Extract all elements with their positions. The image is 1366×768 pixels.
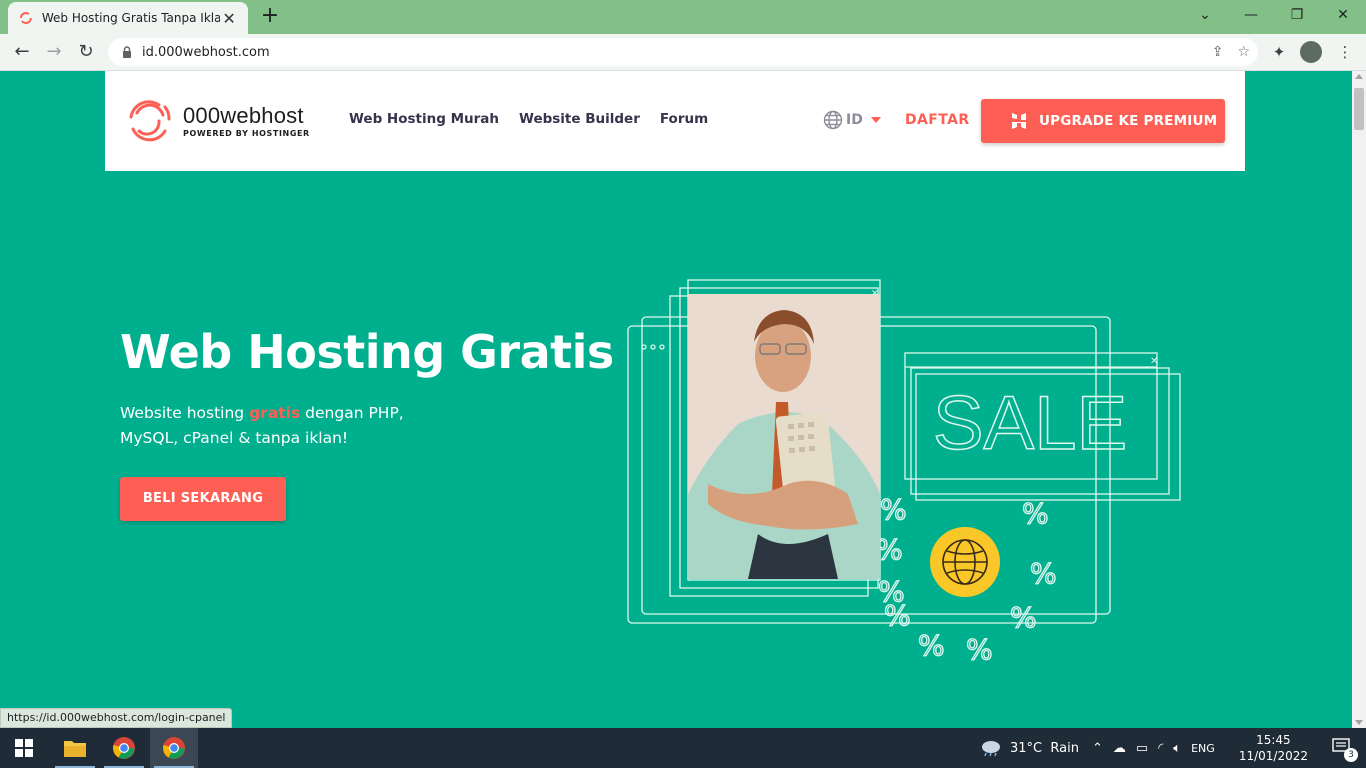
system-tray: ⌃ ☁ ▭ ◜ 🔈︎ ENG [1092,728,1215,768]
hostinger-icon [1012,113,1026,129]
close-window-button[interactable]: ✕ [1320,4,1366,26]
share-icon[interactable]: ⇪ [1212,44,1224,60]
favicon-icon [19,12,32,24]
file-explorer-button[interactable] [51,728,99,768]
scroll-thumb[interactable] [1354,88,1364,130]
rain-cloud-icon [982,741,1000,757]
url-text: id.000webhost.com [142,44,270,60]
hero-subtitle: Website hosting gratis dengan PHP, MySQL… [120,401,420,451]
minimize-button[interactable]: — [1228,4,1274,26]
caret-down-icon [870,117,881,123]
chrome-taskbar-button[interactable] [100,728,148,768]
folder-icon [64,741,86,757]
windows-logo-icon [15,739,33,757]
weather-text: 31°C Rain [1010,740,1079,756]
forward-arrow-icon[interactable]: → [42,40,66,64]
volume-icon[interactable]: 🔈︎ [1173,741,1181,756]
percent-mark: % [884,599,911,632]
language-label: ID [846,112,863,128]
battery-icon[interactable]: ▭ [1136,741,1148,756]
windows-taskbar: 31°C Rain ⌃ ☁ ▭ ◜ 🔈︎ ENG 15:45 11/01/202… [0,728,1366,768]
language-selector[interactable]: ID [823,110,881,130]
hero-subtitle-highlight: gratis [249,404,301,422]
scroll-down-arrow-icon[interactable] [1355,720,1363,725]
percent-mark: % [966,633,993,666]
main-nav: Web Hosting Murah Website Builder Forum [349,111,708,127]
browser-tab[interactable]: Web Hosting Gratis Tanpa Iklan - ✕ [8,2,248,34]
retro-photo [688,294,880,579]
tab-search-icon[interactable]: ⌄ [1182,4,1228,26]
percent-mark: % [1022,497,1049,530]
lock-icon [123,46,131,58]
notification-count-badge: 3 [1344,748,1358,762]
clock-date: 11/01/2022 [1238,749,1308,763]
tab-strip: Web Hosting Gratis Tanpa Iklan - ✕ + ⌄ —… [0,0,1366,34]
tab-title: Web Hosting Gratis Tanpa Iklan - [41,11,221,25]
upgrade-premium-label: UPGRADE KE PREMIUM [1039,113,1218,129]
input-language[interactable]: ENG [1191,742,1215,755]
percent-mark: % [880,493,907,526]
percent-mark: % [1030,557,1057,590]
nav-website-builder[interactable]: Website Builder [519,111,640,127]
address-bar[interactable]: id.000webhost.com ⇪ ☆ [108,38,1258,66]
browser-toolbar: ← → ↻ id.000webhost.com ⇪ ☆ ✦ ⋮ [0,34,1366,71]
hero-title: Web Hosting Gratis [120,325,614,379]
scroll-up-arrow-icon[interactable] [1355,74,1363,79]
hero-subtitle-start: Website hosting [120,404,250,422]
sale-text: SALE [933,381,1127,466]
bookmark-star-icon[interactable]: ☆ [1237,44,1250,60]
chrome-icon [163,737,185,759]
page-scrollbar[interactable] [1352,71,1366,728]
webhost-logo-icon [129,100,171,142]
wifi-icon[interactable]: ◜ [1158,741,1163,756]
extensions-icon[interactable]: ✦ [1268,41,1290,63]
tab-close-icon[interactable]: ✕ [220,9,238,28]
notification-center-button[interactable]: 3 [1332,738,1358,762]
sale-window-close-icon: ✕ [1150,356,1158,367]
status-url-bubble: https://id.000webhost.com/login-cpanel [0,708,233,728]
photo-window-close-icon: ✕ [871,289,879,299]
nav-forum[interactable]: Forum [660,111,708,127]
chrome-icon [113,737,135,759]
nav-web-hosting-murah[interactable]: Web Hosting Murah [349,111,499,127]
globe-icon [823,110,843,130]
chrome-active-window-button[interactable] [150,728,198,768]
signup-link[interactable]: DAFTAR [905,112,970,128]
profile-avatar[interactable] [1300,41,1322,63]
back-arrow-icon[interactable]: ← [10,40,34,64]
site-logo[interactable]: 000webhost POWERED BY HOSTINGER [123,95,310,147]
upgrade-premium-button[interactable]: UPGRADE KE PREMIUM [981,99,1225,143]
buy-now-button[interactable]: BELI SEKARANG [120,477,286,521]
web-page: 000webhost POWERED BY HOSTINGER Web Host… [0,71,1352,728]
tray-chevron-up-icon[interactable]: ⌃ [1092,741,1103,756]
reload-icon[interactable]: ↻ [74,40,98,64]
new-tab-button[interactable]: + [258,5,282,29]
start-button[interactable] [0,728,48,768]
percent-mark: % [1010,601,1037,634]
clock-time: 15:45 [1256,733,1291,747]
taskbar-clock[interactable]: 15:45 11/01/2022 [1239,732,1308,764]
menu-kebab-icon[interactable]: ⋮ [1334,41,1356,63]
onedrive-cloud-icon[interactable]: ☁ [1113,741,1126,756]
percent-mark: % [918,629,945,662]
restore-button[interactable]: ❐ [1274,4,1320,26]
site-header: 000webhost POWERED BY HOSTINGER Web Host… [105,71,1245,171]
logo-name: 000webhost [183,102,304,128]
logo-subtitle: POWERED BY HOSTINGER [183,128,310,138]
weather-widget[interactable]: 31°C Rain [980,728,1079,768]
